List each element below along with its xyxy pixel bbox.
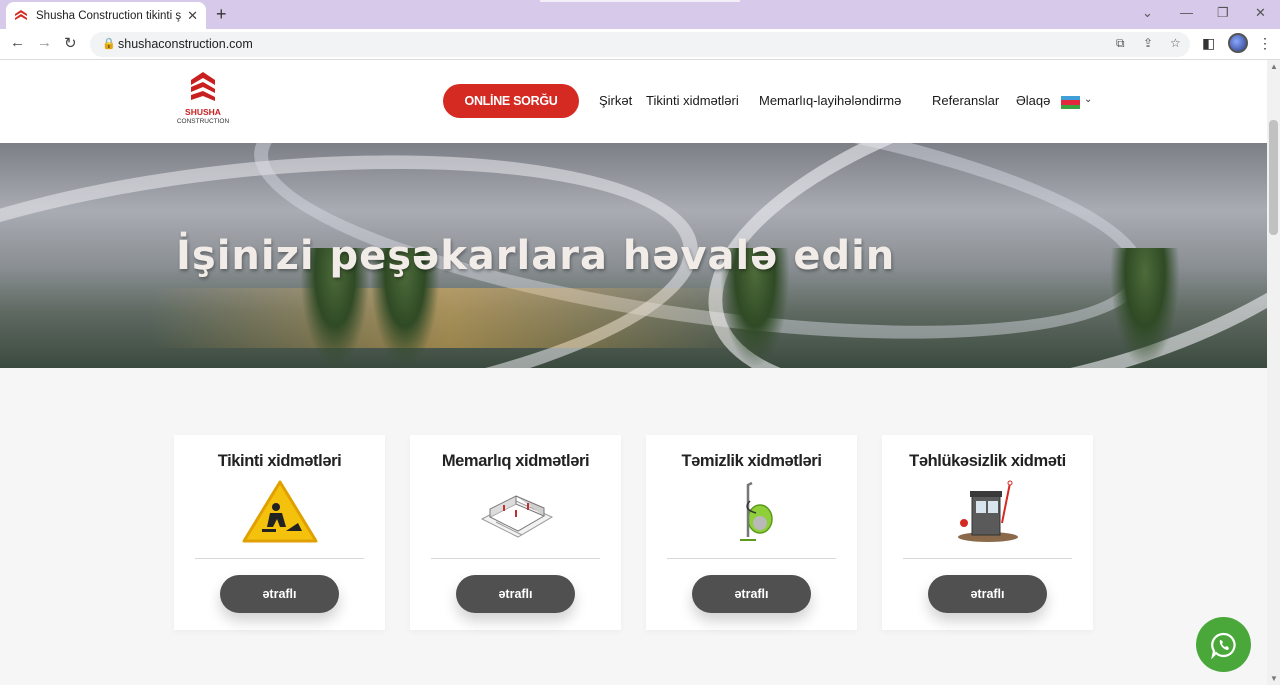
chevron-down-icon[interactable]: ⌄ bbox=[1084, 94, 1092, 105]
hero-title: İşinizi peşəkarlara həvalə edin bbox=[176, 233, 896, 279]
reload-icon[interactable]: ↻ bbox=[64, 34, 77, 52]
new-tab-button[interactable]: + bbox=[216, 4, 227, 25]
site-logo[interactable]: SHUSHA CONSTRUCTION bbox=[176, 70, 230, 128]
maximize-button[interactable]: ❐ bbox=[1217, 5, 1229, 21]
logo-mark-icon bbox=[191, 72, 215, 101]
hero-banner: İşinizi peşəkarlara həvalə edin bbox=[0, 143, 1267, 368]
logo-brand-text: SHUSHA bbox=[185, 107, 221, 117]
nav-item-company[interactable]: Şirkət bbox=[599, 93, 632, 108]
address-bar[interactable]: 🔒 shushaconstruction.com ⧉ ⇪ ☆ bbox=[90, 32, 1190, 57]
card-title: Tikinti xidmətləri bbox=[217, 452, 342, 470]
card-separator bbox=[431, 558, 600, 559]
bookmark-star-icon[interactable]: ☆ bbox=[1170, 36, 1181, 50]
card-title: Təmizlik xidmətləri bbox=[681, 452, 822, 470]
language-flag-icon[interactable] bbox=[1061, 96, 1080, 109]
card-separator bbox=[903, 558, 1072, 559]
nav-item-construction-services[interactable]: Tikinti xidmətləri bbox=[646, 93, 739, 108]
translate-icon[interactable]: ⧉ bbox=[1116, 36, 1125, 51]
card-title: Memarlıq xidmətləri bbox=[441, 452, 590, 470]
site-header: SHUSHA CONSTRUCTION ONLİNE SORĞU Şirkət … bbox=[0, 60, 1267, 143]
scroll-down-icon[interactable]: ▼ bbox=[1270, 674, 1278, 683]
service-card-architecture: Memarlıq xidmətləri ətraflı bbox=[410, 435, 621, 630]
whatsapp-icon bbox=[1210, 632, 1236, 659]
side-panel-icon[interactable]: ◧ bbox=[1202, 35, 1215, 52]
back-icon[interactable]: ← bbox=[10, 34, 25, 51]
page-scrollbar[interactable]: ▲ ▼ bbox=[1267, 60, 1280, 685]
card-separator bbox=[667, 558, 836, 559]
forward-icon[interactable]: → bbox=[37, 34, 52, 51]
vacuum-cleaner-icon bbox=[739, 481, 773, 541]
profile-avatar[interactable] bbox=[1228, 33, 1248, 53]
nav-item-references[interactable]: Referanslar bbox=[932, 93, 999, 108]
minimize-button[interactable]: — bbox=[1180, 5, 1193, 20]
whatsapp-chat-button[interactable] bbox=[1196, 617, 1251, 672]
details-button[interactable]: ətraflı bbox=[220, 575, 339, 613]
browser-tab[interactable]: Shusha Construction tikinti şirkəti ✕ bbox=[6, 2, 206, 29]
details-button[interactable]: ətraflı bbox=[692, 575, 811, 613]
browser-tab-bar: Shusha Construction tikinti şirkəti ✕ + … bbox=[0, 0, 1280, 29]
scroll-up-icon[interactable]: ▲ bbox=[1270, 62, 1278, 71]
tab-strip-indicator bbox=[540, 0, 740, 2]
hero-palm-tree bbox=[1110, 248, 1180, 368]
floor-plan-icon bbox=[480, 495, 553, 538]
details-button[interactable]: ətraflı bbox=[928, 575, 1047, 613]
browser-toolbar: ← → ↻ 🔒 shushaconstruction.com ⧉ ⇪ ☆ ◧ ⋮ bbox=[0, 29, 1280, 60]
scrollbar-thumb[interactable] bbox=[1269, 120, 1278, 235]
service-card-security: Təhlükəsizlik xidməti ətraflı bbox=[882, 435, 1093, 630]
menu-kebab-icon[interactable]: ⋮ bbox=[1258, 35, 1272, 52]
card-title: Təhlükəsizlik xidməti bbox=[909, 452, 1066, 470]
service-card-cleaning: Təmizlik xidmətləri ətraflı bbox=[646, 435, 857, 630]
site-favicon-icon bbox=[15, 9, 27, 20]
construction-sign-icon bbox=[242, 480, 317, 543]
nav-item-architecture-design[interactable]: Memarlıq-layihələndirmə bbox=[759, 93, 901, 108]
details-button[interactable]: ətraflı bbox=[456, 575, 575, 613]
share-icon[interactable]: ⇪ bbox=[1143, 36, 1153, 50]
tab-search-icon[interactable]: ⌄ bbox=[1142, 5, 1153, 21]
logo-sub-text: CONSTRUCTION bbox=[176, 118, 230, 125]
card-separator bbox=[195, 558, 364, 559]
nav-item-contact[interactable]: Əlaqə bbox=[1016, 93, 1050, 108]
service-card-construction: Tikinti xidmətləri ətraflı bbox=[174, 435, 385, 630]
tab-title: Shusha Construction tikinti şirkəti bbox=[36, 9, 182, 22]
tab-close-icon[interactable]: ✕ bbox=[187, 8, 198, 24]
security-booth-icon bbox=[957, 480, 1018, 542]
url-text: shushaconstruction.com bbox=[118, 37, 253, 51]
hero-lights bbox=[150, 288, 750, 348]
lock-icon: 🔒 bbox=[102, 38, 116, 50]
web-page: SHUSHA CONSTRUCTION ONLİNE SORĞU Şirkət … bbox=[0, 60, 1267, 685]
close-window-button[interactable]: ✕ bbox=[1255, 5, 1266, 21]
online-request-button[interactable]: ONLİNE SORĞU bbox=[443, 84, 579, 118]
